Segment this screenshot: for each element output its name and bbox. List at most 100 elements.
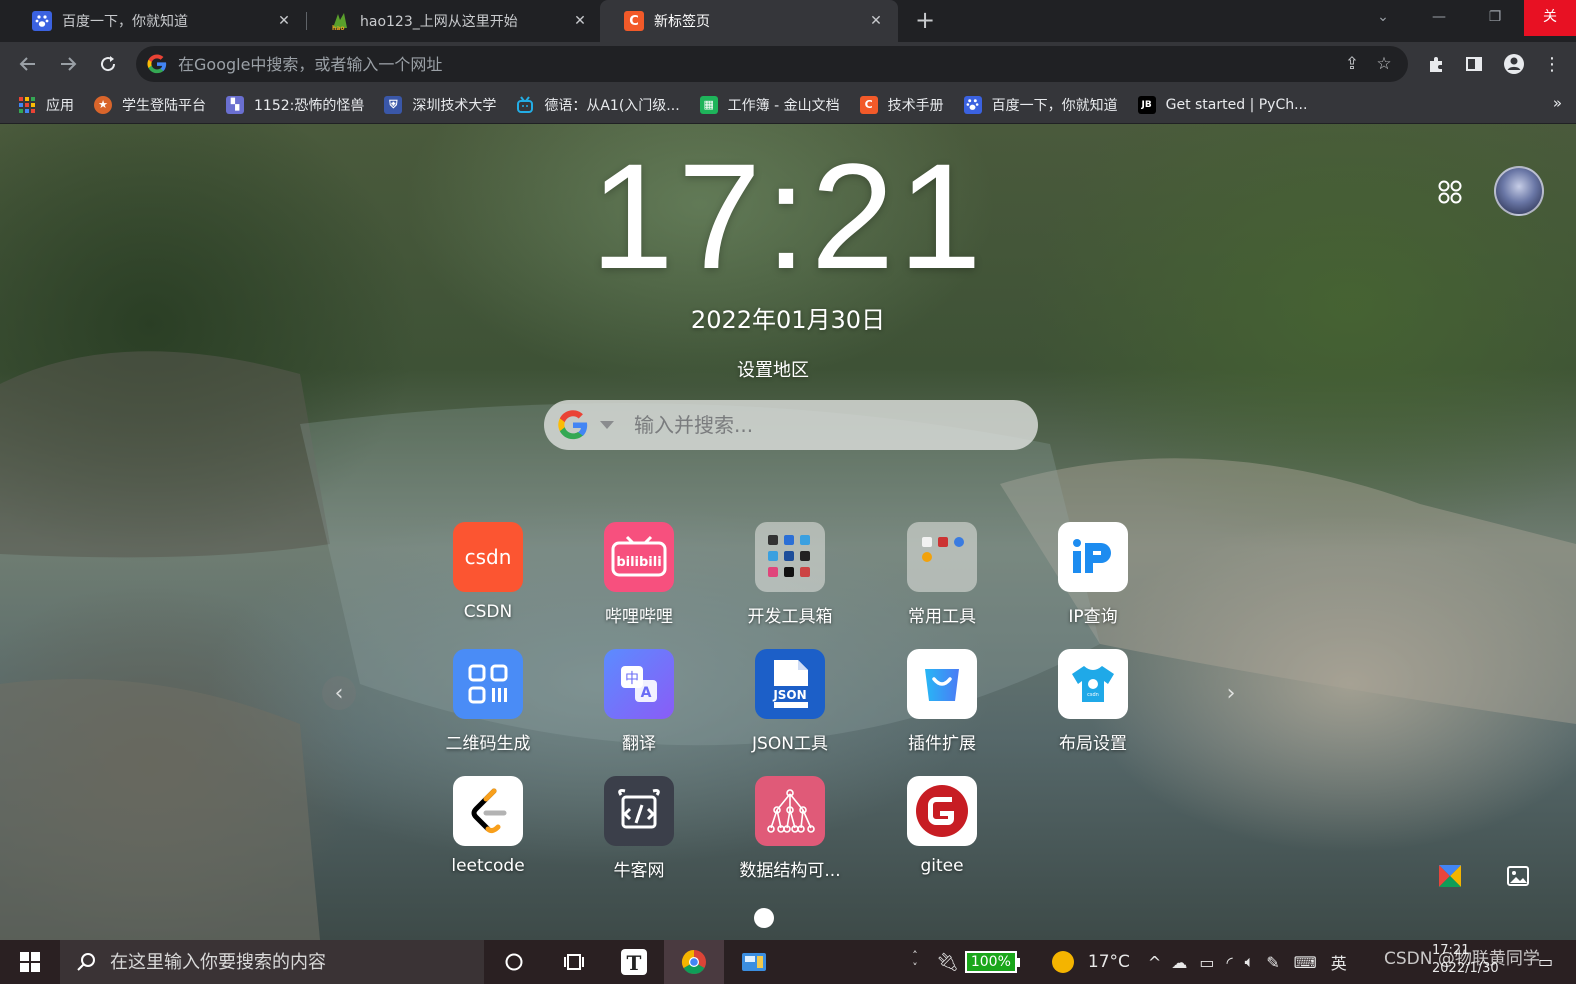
app-layout-settings[interactable]: csdn 布局设置 [1038,649,1148,754]
bookmark-pycharm[interactable]: JB Get started | PyCh... [1137,95,1307,114]
app-common-tools[interactable]: 常用工具 [887,522,997,627]
app-nowcoder[interactable]: 牛客网 [584,776,694,881]
address-input[interactable] [178,54,1336,74]
newtab-search-bar[interactable] [544,400,1038,450]
bookmark-label: 百度一下，你就知道 [991,97,1118,114]
wallpaper-image-icon[interactable] [1502,860,1534,892]
app-data-structure-viz[interactable]: 数据结构可... [735,776,845,881]
chevron-up-icon[interactable]: ^ [1148,953,1161,972]
weather-sun-icon[interactable] [1051,951,1074,973]
minimize-button[interactable]: — [1416,0,1462,36]
tray-scroll-arrows-icon[interactable]: ˄ ˅ [908,950,922,974]
notification-center-icon[interactable]: ▭ [1538,952,1553,971]
back-button[interactable] [12,48,44,80]
app-bilibili[interactable]: bilibili 哔哩哔哩 [584,522,694,627]
app-json-tool[interactable]: JSON JSON工具 [735,649,845,754]
extensions-puzzle-icon[interactable] [1420,48,1452,80]
app-ip-lookup[interactable]: IP查询 [1038,522,1148,627]
profile-icon[interactable] [1498,48,1530,80]
bookmark-tech-manual[interactable]: C 技术手册 [859,95,944,115]
windows-start-icon[interactable] [0,940,60,984]
control-panel-app-icon[interactable] [724,940,784,984]
user-avatar[interactable] [1494,166,1544,216]
bookmarks-overflow-icon[interactable]: » [1553,94,1562,112]
close-icon[interactable]: ✕ [866,13,886,29]
window-close-button[interactable]: 关 [1524,0,1576,36]
network-icon[interactable]: ▭ [1199,953,1214,972]
app-extensions[interactable]: 插件扩展 [887,649,997,754]
baidu-paw-icon [32,11,52,31]
battery-indicator[interactable]: 100% [964,951,1020,973]
chrome-running-app-icon[interactable] [664,940,724,984]
close-icon[interactable]: ✕ [274,13,294,29]
app-csdn[interactable]: csdn CSDN [433,522,543,622]
power-plug-icon[interactable]: 🔌︎ [936,952,959,973]
keyboard-icon[interactable]: ⌨ [1294,953,1317,972]
task-view-icon[interactable] [544,940,604,984]
set-region-link[interactable]: 设置地区 [0,356,1546,382]
app-grid-icon[interactable] [1434,176,1466,208]
tab-hao123[interactable]: hao hao123_上网从这里开始 ✕ [306,0,602,42]
app-label: leetcode [451,856,525,876]
csdn-logo-icon: csdn [453,522,523,592]
nowcoder-icon [604,776,674,846]
app-leetcode[interactable]: leetcode [433,776,543,876]
menu-kebab-icon[interactable]: ⋮ [1536,48,1568,80]
bookmark-german[interactable]: 德语：从A1(入门级... [516,95,680,115]
gitee-icon [907,776,977,846]
csdn-c-icon: C [624,11,644,31]
app-label: 常用工具 [908,607,976,627]
svg-text:T: T [627,951,642,975]
bilibili-tv-icon [516,95,534,114]
bookmark-monster[interactable]: ▚ 1152:恐怖的怪兽 [226,95,364,115]
star-icon[interactable]: ☆ [1368,48,1400,80]
battery-nub [1016,957,1020,967]
volume-icon[interactable]: 🔈︎ [1245,952,1255,972]
tab-title: hao123_上网从这里开始 [360,14,518,30]
taskbar-search-box[interactable] [60,940,484,984]
tab-search-chevron-icon[interactable]: ⌄ [1360,0,1406,36]
app-gitee[interactable]: gitee [887,776,997,876]
bookmark-apps[interactable]: 应用 [18,95,74,115]
typora-app-icon[interactable]: T [604,940,664,984]
pen-icon[interactable]: ✎ [1266,953,1279,972]
system-tray: ˄ ˅ 🔌︎ 100% 17°C ^ ☁ ▭ ◜ 🔈︎ ✎ ⌨ 英 [908,940,1347,984]
svg-text:csdn: csdn [1087,692,1099,698]
clock-date: 2022年01月30日 [690,306,886,334]
app-dev-toolbox[interactable]: 开发工具箱 [735,522,845,627]
reload-button[interactable] [92,48,124,80]
bookmark-baidu[interactable]: 百度一下，你就知道 [963,95,1118,115]
share-icon[interactable]: ⇪ [1336,48,1368,80]
new-tab-button[interactable]: + [912,8,938,34]
bookmark-label: 1152:恐怖的怪兽 [254,97,365,114]
engine-dropdown-icon[interactable] [600,421,614,429]
tab-strip: 百度一下，你就知道 ✕ hao hao123_上网从这里开始 ✕ C 新标签页 … [0,0,1576,42]
close-icon[interactable]: ✕ [570,13,590,29]
tab-baidu[interactable]: 百度一下，你就知道 ✕ [8,0,306,42]
prev-page-button[interactable]: ‹ [322,676,356,710]
colorful-x-icon[interactable] [1434,860,1466,892]
page-indicator-dot[interactable] [754,908,774,928]
tab-newtab[interactable]: C 新标签页 ✕ [600,0,898,42]
app-translate[interactable]: 中A 翻译 [584,649,694,754]
address-bar[interactable]: ⇪ ☆ [136,46,1408,82]
taskbar-search-input[interactable] [110,951,484,973]
next-page-button[interactable]: › [1214,676,1248,710]
newtab-search-input[interactable] [634,413,1038,437]
forward-button[interactable] [52,48,84,80]
tab-title: 百度一下，你就知道 [62,14,188,30]
temperature-text[interactable]: 17°C [1088,952,1130,972]
wifi-icon[interactable]: ◜ [1226,953,1232,972]
clock-time: 17:21 [590,132,986,300]
onedrive-cloud-icon[interactable]: ☁ [1171,953,1187,972]
apps-grid-icon [18,96,36,114]
side-panel-icon[interactable] [1458,48,1490,80]
app-qrcode[interactable]: 二维码生成 [433,649,543,754]
restore-button[interactable]: ❐ [1472,0,1518,36]
bookmark-kdocs[interactable]: ▦ 工作簿 - 金山文档 [699,95,840,115]
cortana-circle-icon[interactable] [484,940,544,984]
bookmark-student-login[interactable]: ★ 学生登陆平台 [94,95,206,115]
ime-language-text[interactable]: 英 [1331,950,1347,974]
bookmark-label: 德语：从A1(入门级... [544,97,680,114]
bookmark-sztu[interactable]: ⛨ 深圳技术大学 [384,95,496,115]
